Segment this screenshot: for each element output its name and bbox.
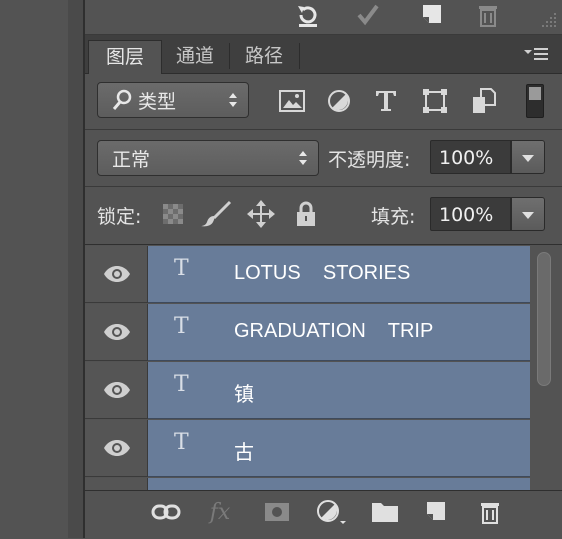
delete-layer-trash-icon[interactable] — [475, 497, 505, 527]
blend-row: 正常 不透明度: 100% — [85, 130, 562, 186]
opacity-dropdown-button[interactable] — [511, 140, 545, 174]
resize-grip-icon[interactable] — [535, 6, 561, 32]
layer-name[interactable]: LOTUS STORIES — [234, 262, 410, 285]
tab-channels[interactable]: 通道 — [163, 40, 227, 73]
layer-row[interactable]: T LOTUS STORIES — [85, 246, 530, 303]
adjustment-filter-icon[interactable] — [324, 86, 354, 116]
lock-transparent-pixels-icon[interactable] — [163, 204, 185, 230]
opacity-label: 不透明度: — [328, 149, 411, 171]
layer-row[interactable]: T 镇 — [85, 362, 530, 419]
new-group-folder-icon[interactable] — [370, 497, 400, 527]
lock-label: 锁定: — [97, 206, 142, 228]
blend-mode-label: 正常 — [112, 149, 151, 171]
checkmark-icon[interactable] — [355, 2, 381, 28]
lock-position-move-icon[interactable] — [247, 200, 275, 232]
layer-name[interactable]: 古 — [234, 436, 254, 465]
layer-item[interactable]: T 镇 — [148, 362, 530, 419]
lock-row: 锁定: 填充: 100% — [85, 187, 562, 243]
layer-row[interactable]: T 古 — [85, 420, 530, 477]
add-mask-icon[interactable] — [262, 497, 292, 527]
layer-name[interactable]: 镇 — [234, 378, 254, 407]
shape-filter-icon[interactable] — [420, 86, 450, 116]
opacity-input[interactable]: 100% — [430, 140, 511, 174]
tab-divider — [299, 43, 300, 69]
layer-item[interactable]: T LOTUS STORIES — [148, 246, 530, 303]
blend-mode-select[interactable]: 正常 — [97, 140, 319, 176]
layers-list: T LOTUS STORIES T GRADUATION TRIP T 镇 T … — [85, 244, 562, 491]
fx-layer-style-icon[interactable]: fx — [205, 497, 235, 527]
type-filter-icon[interactable] — [371, 86, 401, 116]
filter-kind-select[interactable]: 类型 — [97, 82, 249, 118]
history-toolbar — [85, 0, 562, 35]
filter-toggle-switch[interactable] — [526, 84, 544, 118]
search-icon — [112, 89, 132, 116]
trash-icon[interactable] — [475, 2, 501, 28]
left-panel-edge — [0, 0, 85, 538]
text-layer-icon: T — [174, 372, 189, 397]
text-layer-icon: T — [174, 314, 189, 339]
new-snapshot-icon[interactable] — [419, 2, 445, 28]
layers-scrollbar-thumb[interactable] — [537, 252, 551, 386]
left-panel — [0, 0, 68, 538]
smart-object-filter-icon[interactable] — [469, 86, 499, 116]
lock-all-padlock-icon[interactable] — [296, 201, 316, 231]
layers-bottom-bar: fx — [85, 490, 562, 539]
tab-divider — [229, 43, 230, 69]
select-arrows-icon — [298, 149, 308, 165]
new-layer-icon[interactable] — [421, 497, 451, 527]
fill-dropdown-button[interactable] — [511, 197, 545, 231]
fx-label: fx — [209, 499, 231, 525]
tab-paths[interactable]: 路径 — [232, 40, 296, 73]
panel-menu-icon[interactable] — [524, 47, 548, 65]
undo-history-icon[interactable] — [295, 2, 321, 28]
layer-item[interactable]: T 古 — [148, 420, 530, 477]
panel-tab-bar: 图层 通道 路径 — [85, 35, 562, 74]
tab-layers[interactable]: 图层 — [88, 40, 162, 74]
image-filter-icon[interactable] — [277, 86, 307, 116]
filter-toggle-knob — [529, 87, 541, 100]
text-layer-icon: T — [174, 256, 189, 281]
layer-item[interactable]: T GRADUATION TRIP — [148, 304, 530, 361]
layer-row[interactable]: T GRADUATION TRIP — [85, 304, 530, 361]
visibility-eye-icon[interactable] — [85, 246, 148, 303]
visibility-eye-icon[interactable] — [85, 420, 148, 477]
link-layers-icon[interactable] — [151, 497, 181, 527]
text-layer-icon: T — [174, 430, 189, 455]
fill-label: 填充: — [371, 206, 416, 228]
adjustment-layer-icon[interactable] — [316, 497, 346, 527]
lock-image-pixels-brush-icon[interactable] — [200, 200, 232, 232]
fill-input[interactable]: 100% — [430, 197, 511, 231]
layer-name[interactable]: GRADUATION TRIP — [234, 320, 433, 343]
visibility-eye-icon[interactable] — [85, 362, 148, 419]
visibility-eye-icon[interactable] — [85, 304, 148, 361]
select-arrows-icon — [228, 91, 238, 107]
filter-kind-label: 类型 — [138, 91, 177, 113]
